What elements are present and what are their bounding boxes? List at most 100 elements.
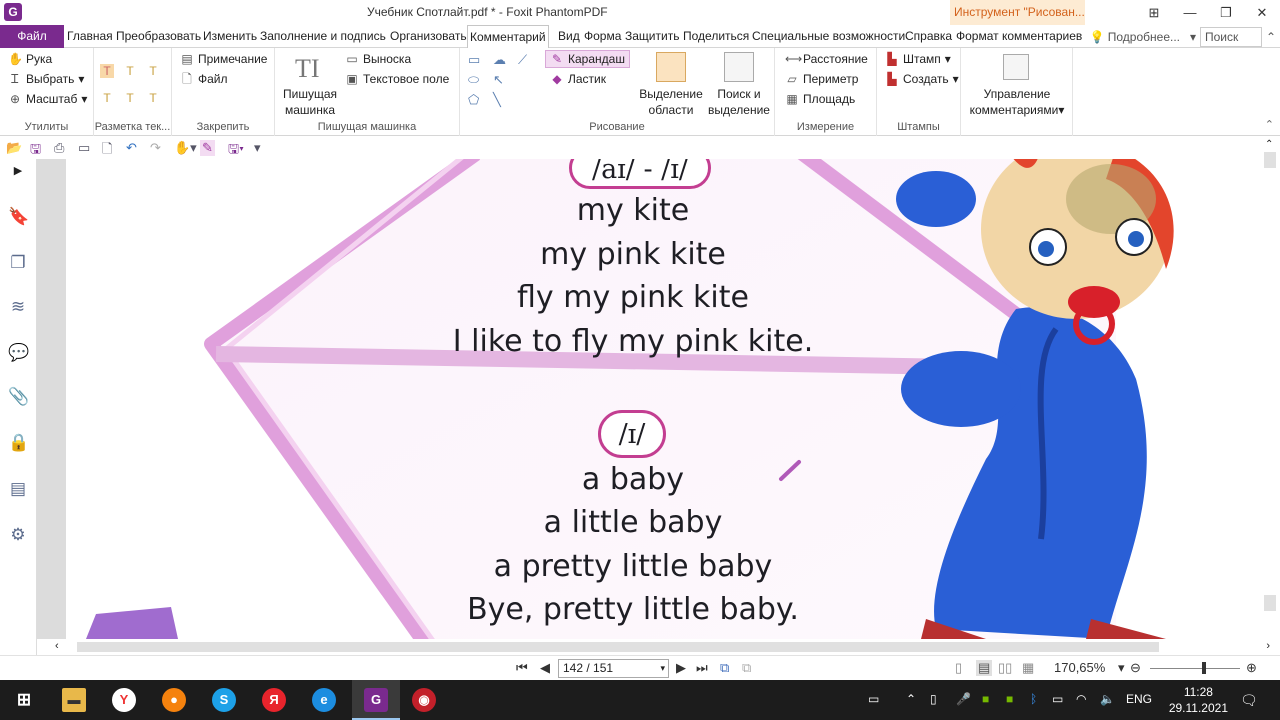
replace-text-icon[interactable]: T [123, 91, 137, 105]
continuous-facing-icon[interactable]: ▦ [1022, 660, 1034, 676]
facing-page-icon[interactable]: ▯▯ [998, 660, 1012, 676]
scan-icon[interactable]: ▭ [78, 140, 90, 156]
vertical-scroll-lower-thumb[interactable] [1264, 595, 1276, 611]
vertical-scroll-thumb[interactable] [1264, 152, 1276, 168]
attach-file-button[interactable]: 🗋 Файл [180, 72, 227, 86]
callout-button[interactable]: ▭ Выноска [345, 52, 411, 66]
foxit-logo-icon[interactable]: G [4, 3, 22, 21]
tab-comment-format[interactable]: Формат комментариев [956, 25, 1082, 48]
language-indicator[interactable]: ENG [1126, 692, 1152, 706]
open-folder-icon[interactable]: 📂 [6, 140, 22, 156]
zoom-slider-track[interactable] [1150, 668, 1240, 669]
expand-panel-icon[interactable]: ▶ [8, 161, 28, 181]
zoom-in-icon[interactable]: ⊕ [1246, 660, 1257, 676]
content-icon[interactable]: ⚙ [8, 525, 28, 545]
device-icon[interactable]: ▯ [930, 692, 937, 706]
tab-share[interactable]: Поделиться [683, 25, 749, 48]
polygon-icon[interactable]: ⬠ [468, 92, 479, 108]
file-explorer-icon[interactable]: ▬ [62, 688, 86, 712]
scroll-up-icon[interactable]: ⌃ [1265, 139, 1273, 150]
zoom-tool[interactable]: ⊕ Масштаб ▾ [8, 92, 87, 106]
tab-home[interactable]: Главная [67, 25, 113, 48]
grid-icon[interactable]: ⊞ [1136, 0, 1172, 25]
collapse-ribbon-chevron-icon[interactable]: ⌃ [1265, 118, 1274, 131]
bluetooth-icon[interactable]: ᛒ [1030, 692, 1037, 706]
page-number-input[interactable]: 142 / 151 ▾ [558, 659, 669, 678]
windows-start-icon[interactable]: ⊞ [12, 688, 36, 712]
firefox-icon[interactable]: ● [162, 688, 186, 712]
cloud-icon[interactable]: ☁ [493, 52, 506, 68]
strikeout-text-icon[interactable]: T [100, 91, 114, 105]
search-input[interactable]: Поиск [1200, 26, 1262, 47]
next-page-icon[interactable]: ▶ [676, 660, 686, 676]
insert-text-icon[interactable]: T [146, 91, 160, 105]
folder-search-icon[interactable]: ▾ [1186, 30, 1200, 44]
pencil-quick-icon[interactable]: ✎ [200, 140, 215, 156]
squiggly-text-icon[interactable]: T [123, 64, 137, 78]
undo-icon[interactable]: ↶ [126, 140, 137, 156]
typewriter-button[interactable]: Пишущая машинка [283, 86, 337, 118]
horizontal-scrollbar[interactable]: ‹ › [37, 639, 1280, 655]
panel-splitter[interactable] [37, 159, 66, 639]
yandex-icon[interactable]: Я [262, 688, 286, 712]
tell-me-input[interactable]: Подробнее... [1108, 30, 1180, 44]
tab-view[interactable]: Вид [558, 25, 580, 48]
tab-form[interactable]: Форма [584, 25, 621, 48]
bandicam-icon[interactable]: ◉ [412, 688, 436, 712]
document-view[interactable]: /aɪ/ - /ɪ/ my kite my pink kite fly my p… [66, 159, 1260, 639]
tab-fill-sign[interactable]: Заполнение и подпись [260, 25, 386, 48]
notifications-icon[interactable]: 🗨 [1240, 692, 1258, 709]
prev-page-icon[interactable]: ◀ [540, 660, 550, 676]
zoom-dropdown-icon[interactable]: ▾ [1118, 660, 1125, 676]
show-hidden-icons-icon[interactable]: ⌃ [906, 692, 916, 706]
layers-icon[interactable]: ≋ [8, 297, 28, 317]
redo-icon[interactable]: ↷ [150, 140, 161, 156]
tab-edit[interactable]: Изменить [203, 25, 257, 48]
tab-organize[interactable]: Организовать [390, 25, 467, 48]
search-highlight-icon[interactable] [724, 52, 754, 82]
first-page-icon[interactable]: ⏮ [516, 660, 528, 676]
tab-protect[interactable]: Защитить [625, 25, 679, 48]
fields-icon[interactable]: ▤ [8, 479, 28, 499]
hand-tool[interactable]: ✋ Рука [8, 52, 52, 66]
typewriter-icon[interactable]: TI [295, 54, 320, 84]
network-icon[interactable]: ▭ [1052, 692, 1063, 706]
restore-button[interactable]: ❐ [1208, 0, 1244, 25]
area-button[interactable]: ▦ Площадь [785, 92, 855, 106]
manage-comments-button[interactable]: Управление комментариями▾ [965, 86, 1069, 118]
volume-icon[interactable]: 🔈 [1100, 692, 1115, 706]
create-stamp-button[interactable]: ▙ Создать ▾ [885, 72, 958, 86]
arrow-icon[interactable]: ↖ [493, 72, 504, 88]
area-highlight-button[interactable]: Выделение области [638, 86, 704, 118]
attachments-icon[interactable]: 📎 [8, 387, 29, 407]
select-tool[interactable]: Ꮖ Выбрать ▾ [8, 72, 84, 86]
last-page-icon[interactable]: ⏭ [696, 660, 708, 676]
area-highlight-icon[interactable] [656, 52, 686, 82]
distance-button[interactable]: ⟷ Расстояние [785, 52, 868, 66]
perimeter-button[interactable]: ▱ Периметр [785, 72, 858, 86]
yandex-browser-icon[interactable]: Y [112, 688, 136, 712]
vertical-scrollbar[interactable]: ⌃ [1260, 137, 1280, 655]
foxit-taskbar-button[interactable]: G [352, 680, 400, 720]
continuous-page-icon[interactable]: ▤ [976, 660, 993, 676]
highlight-text-icon[interactable]: T [100, 64, 114, 78]
wifi-icon[interactable]: ◠ [1076, 692, 1086, 706]
nvidia-share-icon[interactable]: ■ [1006, 692, 1013, 706]
comments-icon[interactable]: 💬 [8, 343, 29, 363]
zoom-out-icon[interactable]: ⊖ [1130, 660, 1141, 676]
next-view-icon[interactable]: ⧉ [742, 660, 751, 676]
microphone-icon[interactable]: 🎤 [956, 692, 971, 706]
underline-text-icon[interactable]: T [146, 64, 160, 78]
polyline-icon[interactable]: ⟋ [518, 52, 527, 68]
textbox-button[interactable]: ▣ Текстовое поле [345, 72, 449, 86]
close-button[interactable]: ✕ [1244, 0, 1280, 25]
manage-comments-icon[interactable] [1003, 54, 1029, 80]
search-highlight-button[interactable]: Поиск и выделение [706, 86, 772, 118]
tab-convert[interactable]: Преобразовать [116, 25, 201, 48]
collapse-ribbon-icon[interactable]: ⌃ [1262, 30, 1280, 44]
bookmarks-icon[interactable]: 🔖 [8, 207, 29, 227]
tab-comment[interactable]: Комментарий [467, 25, 549, 49]
scroll-left-icon[interactable]: ‹ [55, 640, 59, 652]
note-button[interactable]: ▤ Примечание [180, 52, 267, 66]
display-icon[interactable]: ▭ [868, 692, 879, 706]
